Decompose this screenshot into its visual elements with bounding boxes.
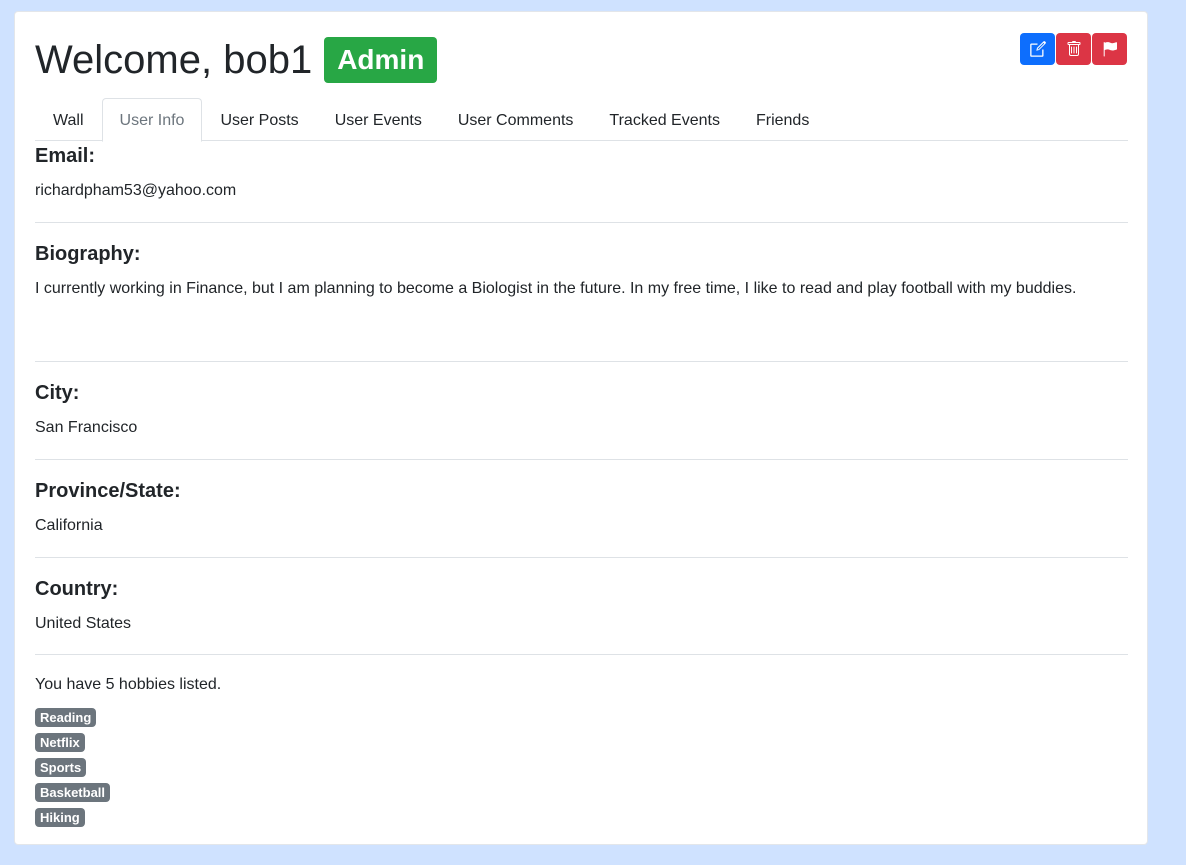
country-section: Country: United States [35, 574, 1128, 655]
role-badge: Admin [324, 37, 438, 83]
profile-header: Welcome, bob1 Admin [35, 36, 438, 84]
hobby-list: Reading Netflix Sports Basketball Hiking [35, 708, 1128, 827]
tab-user-comments[interactable]: User Comments [440, 98, 592, 141]
action-buttons [1019, 33, 1127, 65]
tab-user-events[interactable]: User Events [317, 98, 440, 141]
province-value: California [35, 517, 103, 534]
email-value: richardpham53@yahoo.com [35, 182, 237, 199]
hobby-badge: Basketball [35, 783, 111, 802]
delete-button[interactable] [1056, 33, 1091, 65]
email-label: Email: [35, 145, 96, 167]
province-label: Province/State: [35, 480, 181, 502]
tab-user-info[interactable]: User Info [101, 98, 203, 142]
tab-friends[interactable]: Friends [738, 98, 827, 141]
city-label: City: [35, 382, 80, 404]
biography-section: Biography: I currently working in Financ… [35, 239, 1128, 362]
hobby-badge: Sports [35, 758, 87, 777]
page-title: Welcome, bob1 [35, 38, 313, 82]
hobby-badge: Netflix [35, 733, 85, 752]
tab-wall[interactable]: Wall [35, 98, 102, 141]
email-section: Email: richardpham53@yahoo.com [35, 141, 1128, 223]
pencil-square-icon [1029, 41, 1046, 57]
biography-value: I currently working in Finance, but I am… [35, 280, 1077, 297]
country-value: United States [35, 615, 132, 632]
country-label: Country: [35, 578, 119, 600]
edit-button[interactable] [1020, 33, 1055, 65]
biography-label: Biography: [35, 243, 141, 265]
hobby-badge: Hiking [35, 808, 85, 827]
city-section: City: San Francisco [35, 378, 1128, 460]
hobby-badge: Reading [35, 708, 97, 727]
flag-button[interactable] [1092, 33, 1127, 65]
province-section: Province/State: California [35, 476, 1128, 558]
profile-card: Welcome, bob1 Admin Wall User Info User … [14, 11, 1148, 845]
tab-tracked-events[interactable]: Tracked Events [591, 98, 738, 141]
profile-tabs: Wall User Info User Posts User Events Us… [35, 98, 1128, 142]
trash-icon [1067, 41, 1080, 56]
user-info-panel: Email: richardpham53@yahoo.com Biography… [35, 141, 1128, 833]
tab-user-posts[interactable]: User Posts [202, 98, 316, 141]
flag-icon [1103, 42, 1117, 57]
city-value: San Francisco [35, 419, 138, 436]
hobby-count: You have 5 hobbies listed. [35, 676, 222, 693]
